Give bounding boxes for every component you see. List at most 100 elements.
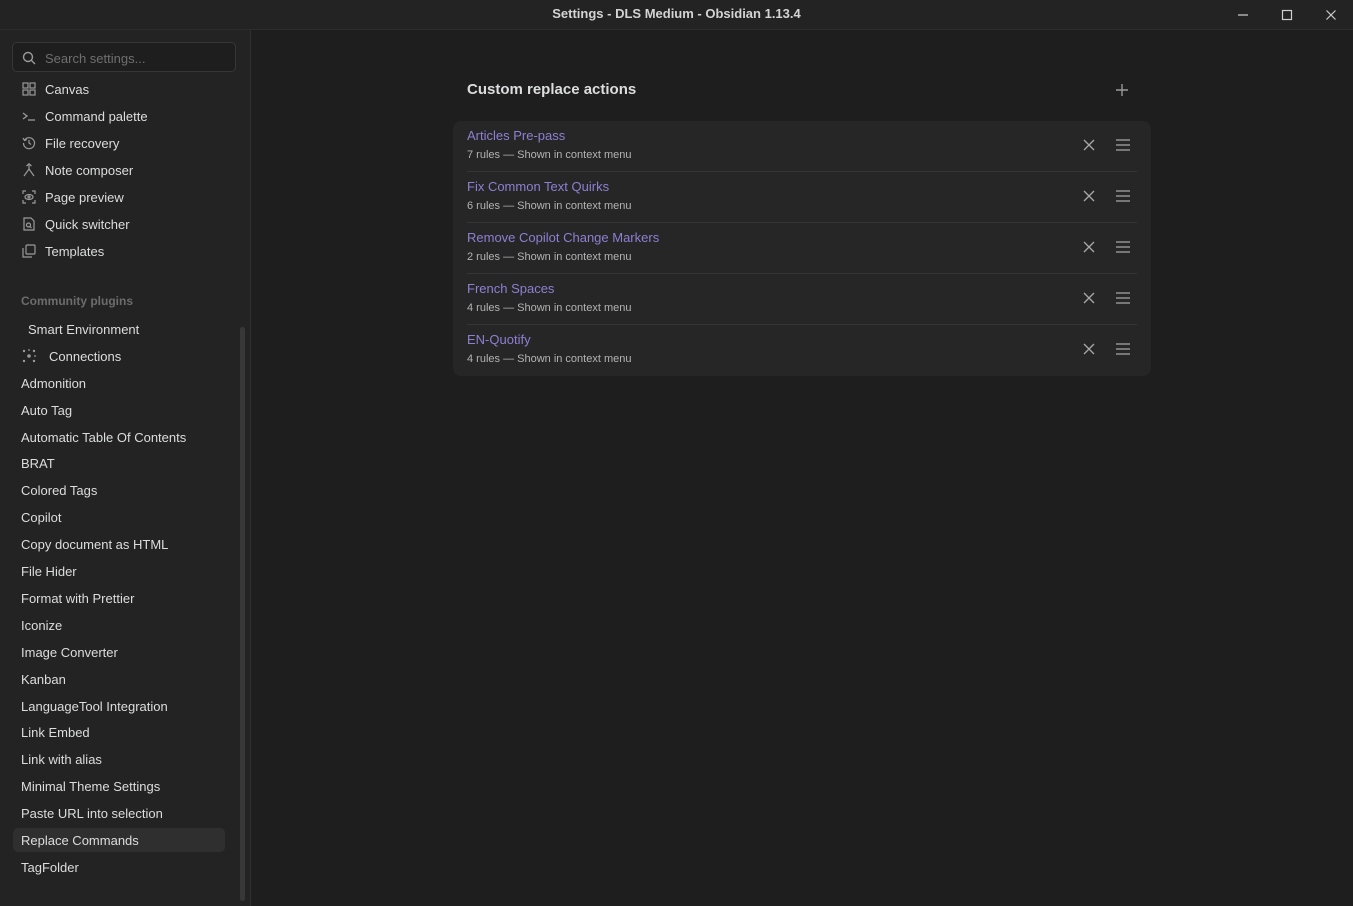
search-input[interactable] (43, 48, 232, 68)
history-icon (21, 135, 37, 151)
drag-handle[interactable] (1114, 239, 1132, 255)
sidebar-item-label: Link with alias (21, 751, 102, 767)
terminal-icon (21, 108, 37, 124)
list-item: French Spaces 4 rules — Shown in context… (467, 274, 1137, 325)
sidebar-item-connections[interactable]: Connections (13, 344, 225, 368)
action-name[interactable]: Articles Pre-pass (467, 128, 565, 143)
sidebar-item-label: Admonition (21, 375, 87, 391)
sidebar-scrollbar[interactable] (240, 327, 245, 901)
action-name[interactable]: Remove Copilot Change Markers (467, 230, 659, 245)
sidebar-item-label: Link Embed (21, 724, 90, 740)
sidebar-item-copy-document-as-html[interactable]: Copy document as HTML (13, 532, 225, 556)
drag-handle[interactable] (1114, 188, 1132, 204)
sidebar-item-copilot[interactable]: Copilot (13, 505, 225, 529)
delete-action-button[interactable] (1081, 188, 1097, 204)
search-box[interactable] (12, 42, 236, 72)
minimize-button[interactable] (1221, 0, 1265, 29)
action-description: 2 rules — Shown in context menu (467, 251, 632, 263)
maximize-button[interactable] (1265, 0, 1309, 29)
sidebar-item-label: Auto Tag (21, 402, 73, 418)
sidebar-item-label: Page preview (45, 189, 124, 205)
sidebar-item-smart-environment[interactable]: Smart Environment (13, 317, 225, 341)
close-icon (1083, 343, 1095, 355)
sidebar-item-label: Quick switcher (45, 216, 130, 232)
sidebar-item-label: Format with Prettier (21, 590, 135, 606)
sidebar-item-languagetool-integration[interactable]: LanguageTool Integration (13, 694, 225, 718)
sidebar-item-note-composer[interactable]: Note composer (13, 158, 225, 182)
action-name[interactable]: EN-Quotify (467, 332, 531, 347)
sidebar-item-label: Replace Commands (21, 832, 139, 848)
sidebar-item-label: Minimal Theme Settings (21, 778, 161, 794)
plus-icon (1116, 84, 1128, 96)
maximize-icon (1281, 9, 1293, 20)
sidebar-item-replace-commands[interactable]: Replace Commands (13, 828, 225, 852)
sidebar-item-canvas[interactable]: Canvas (13, 77, 225, 101)
sidebar-item-label: TagFolder (21, 859, 79, 875)
sidebar-item-label: Paste URL into selection (21, 805, 163, 821)
drag-handle[interactable] (1114, 290, 1132, 306)
sidebar-item-tagfolder[interactable]: TagFolder (13, 855, 225, 879)
action-description: 4 rules — Shown in context menu (467, 302, 632, 314)
sidebar-item-label: Command palette (45, 108, 148, 124)
settings-sidebar: Canvas Command palette File recovery Not… (0, 30, 251, 906)
action-name[interactable]: Fix Common Text Quirks (467, 179, 609, 194)
drag-handle[interactable] (1114, 341, 1132, 357)
action-description: 7 rules — Shown in context menu (467, 149, 632, 161)
grid-icon (21, 81, 37, 97)
search-icon (22, 51, 36, 68)
sidebar-item-kanban[interactable]: Kanban (13, 667, 225, 691)
menu-icon (1116, 139, 1130, 151)
delete-action-button[interactable] (1081, 290, 1097, 306)
sidebar-item-label: Templates (45, 243, 105, 259)
sidebar-item-format-with-prettier[interactable]: Format with Prettier (13, 586, 225, 610)
sidebar-item-label: Automatic Table Of Contents (21, 429, 187, 445)
sidebar-item-paste-url-into-selection[interactable]: Paste URL into selection (13, 801, 225, 825)
menu-icon (1116, 190, 1130, 202)
sidebar-item-image-converter[interactable]: Image Converter (13, 640, 225, 664)
sidebar-item-colored-tags[interactable]: Colored Tags (13, 478, 225, 502)
sidebar-item-templates[interactable]: Templates (13, 239, 225, 263)
delete-action-button[interactable] (1081, 341, 1097, 357)
sidebar-item-file-hider[interactable]: File Hider (13, 559, 225, 583)
sidebar-item-label: Iconize (21, 617, 63, 633)
close-icon (1083, 139, 1095, 151)
sidebar-item-brat[interactable]: BRAT (13, 451, 225, 475)
settings-content: Custom replace actions Articles Pre-pass… (251, 30, 1353, 906)
list-item: Fix Common Text Quirks 6 rules — Shown i… (467, 172, 1137, 223)
sidebar-item-label: Smart Environment (28, 321, 140, 337)
add-action-button[interactable] (1113, 81, 1131, 99)
sidebar-item-minimal-theme-settings[interactable]: Minimal Theme Settings (13, 774, 225, 798)
minimize-icon (1238, 13, 1248, 16)
action-description: 4 rules — Shown in context menu (467, 353, 632, 365)
sidebar-item-admonition[interactable]: Admonition (13, 371, 225, 395)
list-item: EN-Quotify 4 rules — Shown in context me… (467, 325, 1137, 376)
sidebar-item-page-preview[interactable]: Page preview (13, 185, 225, 209)
sidebar-item-command-palette[interactable]: Command palette (13, 104, 225, 128)
close-button[interactable] (1309, 0, 1353, 29)
close-icon (1083, 190, 1095, 202)
file-search-icon (21, 216, 37, 232)
sidebar-item-label: Copy document as HTML (21, 536, 169, 552)
sidebar-item-auto-tag[interactable]: Auto Tag (13, 398, 225, 422)
sidebar-item-link-embed[interactable]: Link Embed (13, 720, 225, 744)
network-icon (21, 348, 37, 364)
close-icon (1083, 292, 1095, 304)
delete-action-button[interactable] (1081, 137, 1097, 153)
sidebar-item-quick-switcher[interactable]: Quick switcher (13, 212, 225, 236)
actions-list: Articles Pre-pass 7 rules — Shown in con… (453, 121, 1151, 376)
delete-action-button[interactable] (1081, 239, 1097, 255)
sidebar-item-label: File Hider (21, 563, 77, 579)
sidebar-item-label: Colored Tags (21, 482, 98, 498)
copy-icon (21, 243, 37, 259)
menu-icon (1116, 292, 1130, 304)
community-plugins-header: Community plugins (21, 294, 133, 308)
drag-handle[interactable] (1114, 137, 1132, 153)
sidebar-item-iconize[interactable]: Iconize (13, 613, 225, 637)
sidebar-item-file-recovery[interactable]: File recovery (13, 131, 225, 155)
window-title: Settings - DLS Medium - Obsidian 1.13.4 (552, 6, 801, 21)
title-bar: Settings - DLS Medium - Obsidian 1.13.4 (0, 0, 1353, 30)
sidebar-item-link-with-alias[interactable]: Link with alias (13, 747, 225, 771)
action-name[interactable]: French Spaces (467, 281, 554, 296)
sidebar-item-automatic-table-of-contents[interactable]: Automatic Table Of Contents (13, 425, 225, 449)
action-description: 6 rules — Shown in context menu (467, 200, 632, 212)
